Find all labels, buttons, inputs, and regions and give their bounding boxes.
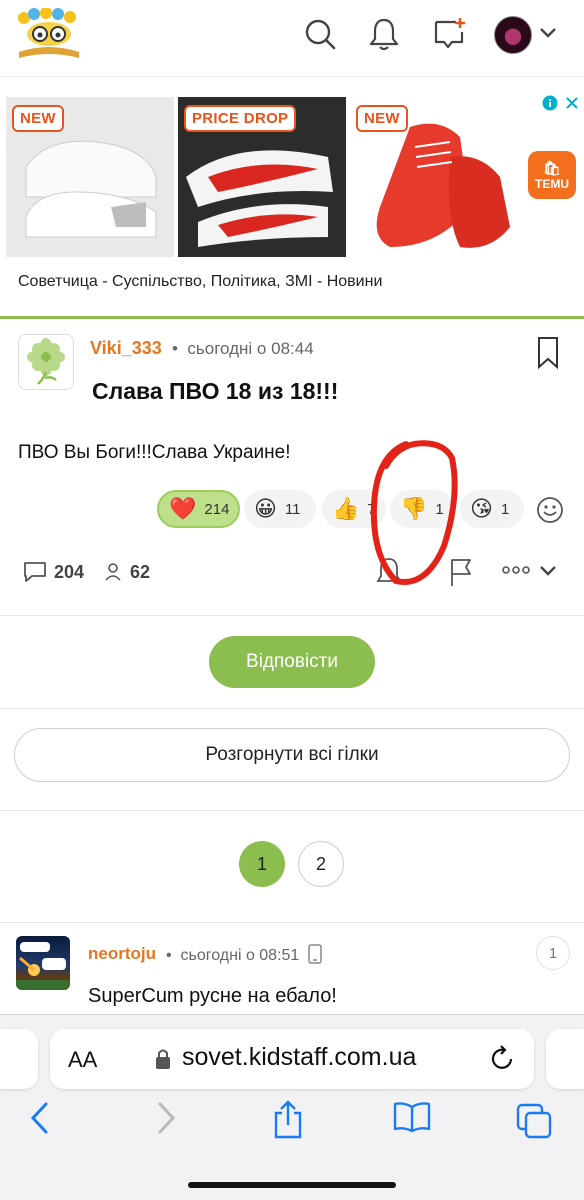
author-avatar[interactable] [18, 334, 74, 390]
next-tab-preview[interactable] [546, 1029, 584, 1089]
post-body: ПВО Вы Боги!!!Слава Украине! [18, 442, 291, 463]
chat-plus-icon[interactable] [430, 14, 470, 54]
bookmark-icon[interactable] [536, 336, 560, 370]
grin-icon: 😀 [254, 496, 277, 521]
post-author[interactable]: Viki_333 [90, 338, 162, 359]
page-button-1[interactable]: 1 [239, 841, 285, 887]
reaction-count: 11 [284, 500, 301, 518]
bookmarks-book-icon[interactable] [392, 1101, 432, 1133]
back-arrow-icon[interactable] [28, 1101, 50, 1135]
thumbs-up-icon: 👍 [332, 496, 360, 521]
reader-options-button[interactable]: AA [68, 1047, 97, 1073]
comment-body: SuperCum русне на ебало! [88, 985, 337, 1007]
user-avatar[interactable] [494, 16, 532, 54]
add-reaction-smiley-icon[interactable] [536, 496, 564, 524]
expand-all-threads-button[interactable]: Розгорнути всі гілки [14, 728, 570, 782]
share-icon[interactable] [272, 1099, 304, 1139]
reactions-bar: ❤️ 214 😀 11 👍 7 👎 1 😘 1 [0, 490, 584, 530]
comment-time-text: сьогодні о 08:51 [180, 947, 300, 964]
address-bar[interactable]: AA sovet.kidstaff.com.ua [50, 1029, 534, 1089]
divider [0, 615, 584, 616]
comments-count: 204 [54, 561, 85, 582]
ad-product-tile[interactable]: NEW [6, 97, 174, 257]
reply-button[interactable]: Відповісти [209, 636, 375, 688]
post-stats: 204 62 [22, 560, 150, 584]
red-circle-annotation [370, 440, 458, 585]
temu-logo-icon: 🛍 [543, 159, 561, 176]
comment-icon [24, 562, 46, 582]
reaction-heart[interactable]: ❤️ 214 [157, 490, 240, 528]
heart-icon: ❤️ [169, 496, 197, 521]
aa-label: AA [68, 1047, 98, 1072]
reaction-count: 1 [500, 500, 510, 518]
more-options-icon[interactable] [502, 564, 530, 576]
mobile-phone-icon [308, 944, 322, 964]
divider [0, 922, 584, 923]
ad-product-tile[interactable]: NEW [350, 97, 518, 257]
post-title[interactable]: Слава ПВО 18 из 18!!! [92, 378, 338, 405]
ad-product-tile[interactable]: PRICE DROP [178, 97, 346, 257]
ad-caption[interactable]: Советчица - Суспільство, Політика, ЗМІ -… [18, 273, 382, 291]
ad-choices[interactable] [542, 95, 580, 111]
ad-badge: PRICE DROP [184, 105, 297, 132]
url-text[interactable]: sovet.kidstaff.com.ua [182, 1043, 416, 1072]
flower-icon [27, 338, 65, 385]
ad-badge: NEW [356, 105, 408, 132]
page-button-2[interactable]: 2 [298, 841, 344, 887]
browser-toolbar: AA sovet.kidstaff.com.ua [0, 1014, 584, 1200]
search-icon[interactable] [300, 14, 340, 54]
kiss-icon: 😘 [470, 496, 493, 521]
comment-number[interactable]: 1 [536, 936, 570, 970]
commenter-avatar[interactable] [16, 936, 70, 990]
bell-icon[interactable] [364, 14, 404, 54]
meteor-icon [16, 942, 70, 990]
ad-badge: NEW [12, 105, 64, 132]
post-time: • сьогодні о 08:44 [172, 339, 314, 358]
comment-time: • сьогодні о 08:51 [166, 944, 322, 965]
home-indicator[interactable] [188, 1182, 396, 1188]
temu-brand: TEMU [535, 176, 569, 191]
previous-tab-preview[interactable] [0, 1029, 38, 1089]
person-icon [105, 563, 121, 581]
chevron-down-icon[interactable] [538, 26, 558, 40]
tabs-overview-icon[interactable] [516, 1103, 552, 1139]
temu-logo[interactable]: 🛍 TEMU [528, 151, 576, 199]
viewers-count: 62 [130, 561, 151, 582]
advertisement-banner[interactable]: NEW PRICE DROP NEW 🛍 TEMU Советчица - Су… [0, 76, 584, 316]
reaction-count: 214 [204, 500, 230, 518]
post-time-text: сьогодні о 08:44 [187, 339, 314, 358]
comment-author[interactable]: neortoju [88, 944, 156, 964]
owl-book-logo-icon[interactable] [14, 8, 84, 60]
divider [0, 810, 584, 811]
reaction-kiss[interactable]: 😘 1 [460, 490, 524, 528]
close-icon[interactable] [564, 95, 580, 111]
divider [0, 708, 584, 709]
lock-icon [156, 1049, 170, 1069]
reaction-grin[interactable]: 😀 11 [244, 490, 316, 528]
info-icon[interactable] [542, 95, 558, 111]
chevron-down-icon[interactable] [538, 564, 558, 578]
divider [0, 316, 584, 319]
forward-arrow-icon[interactable] [156, 1101, 178, 1135]
reload-icon[interactable] [490, 1045, 516, 1073]
site-header [0, 0, 584, 76]
